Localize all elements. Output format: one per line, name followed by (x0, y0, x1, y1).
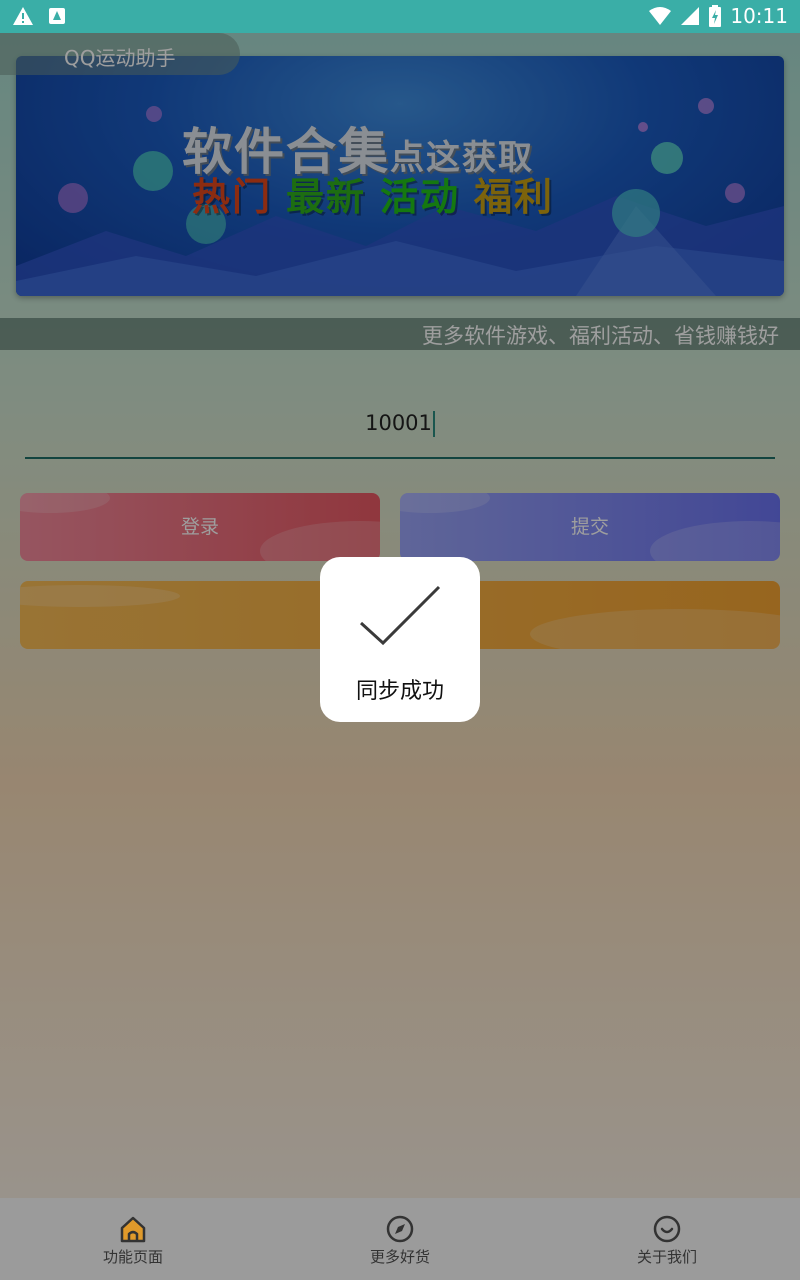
toast-message: 同步成功 (355, 679, 444, 704)
nav-item-about-us[interactable]: 关于我们 (534, 1198, 800, 1280)
app-notification-icon (49, 8, 65, 24)
cell-signal-icon (681, 7, 700, 25)
battery-charging-icon (709, 5, 722, 27)
smiley-icon (653, 1215, 681, 1243)
status-bar: 10:11 (0, 0, 800, 33)
success-toast: 同步成功 (320, 557, 480, 722)
compass-icon (386, 1215, 414, 1243)
status-time: 10:11 (730, 4, 788, 28)
checkmark-icon (359, 585, 441, 646)
nav-label-more-goods: 更多好货 (369, 1248, 430, 1266)
wifi-icon (649, 7, 672, 25)
nav-item-home[interactable]: 功能页面 (0, 1198, 266, 1280)
nav-label-about-us: 关于我们 (636, 1248, 697, 1266)
nav-item-more-goods[interactable]: 更多好货 (267, 1198, 533, 1280)
bottom-navigation: 功能页面 更多好货 关于我们 (0, 1198, 800, 1280)
warning-icon (13, 7, 33, 25)
nav-label-home: 功能页面 (102, 1248, 163, 1266)
home-icon (120, 1216, 146, 1243)
